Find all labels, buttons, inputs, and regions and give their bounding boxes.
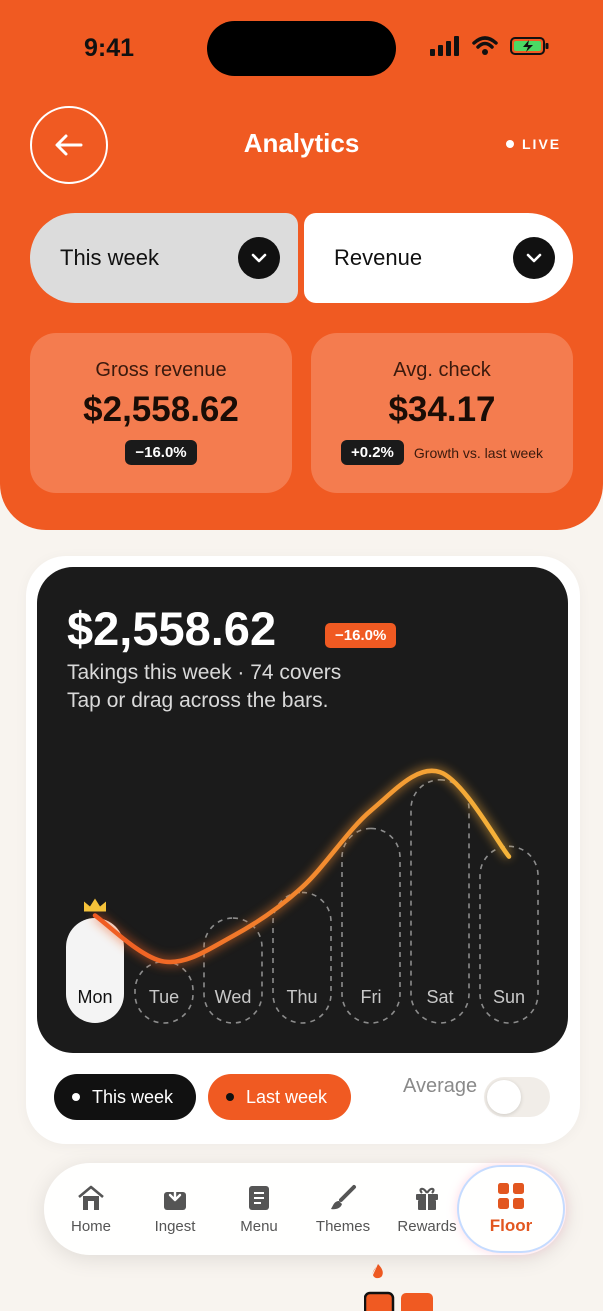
bar-label-tue: Tue: [149, 987, 179, 1007]
average-label: Average: [403, 1075, 478, 1097]
status-time: 9:41: [84, 34, 135, 62]
period-selector[interactable]: This week: [30, 213, 298, 303]
live-indicator: LIVE: [506, 136, 561, 152]
table-marker: [401, 1293, 433, 1311]
tab-rewards[interactable]: Rewards: [385, 1163, 469, 1255]
gross-revenue-card[interactable]: Gross revenue $2,558.62 −16.0%: [30, 333, 292, 493]
bar-label-mon: Mon: [77, 987, 112, 1007]
status-icons: [430, 36, 550, 56]
menu-icon: [249, 1185, 269, 1210]
peek-content: [364, 1264, 433, 1311]
legend-dot-icon: [226, 1093, 234, 1101]
tab-label: Menu: [240, 1217, 278, 1235]
dynamic-island: [207, 21, 396, 76]
tab-menu[interactable]: Menu: [217, 1163, 301, 1255]
last-week-line: [92, 768, 512, 965]
tab-label: Home: [70, 1217, 111, 1235]
card-label: Gross revenue: [95, 359, 227, 381]
card-value: $2,558.62: [83, 390, 239, 429]
chevron-down-icon: [238, 237, 280, 279]
battery-icon: [510, 37, 549, 55]
revenue-chart[interactable]: Mon Tue Wed Thu Fri Sat Sun: [37, 567, 568, 1053]
chart-card[interactable]: $2,558.62 −16.0% Takings this week · 74 …: [37, 567, 568, 1053]
this-week-toggle[interactable]: This week: [54, 1074, 196, 1120]
card-footer: −16.0%: [30, 440, 292, 465]
legend-dot-icon: [72, 1093, 80, 1101]
ingest-icon: [164, 1184, 186, 1210]
bar-label-fri: Fri: [361, 987, 382, 1007]
tab-label: Ingest: [154, 1217, 196, 1235]
avg-check-card[interactable]: Avg. check $34.17 +0.2% Growth vs. last …: [311, 333, 573, 493]
delta-badge: +0.2%: [340, 440, 404, 465]
bar-label-sun: Sun: [493, 987, 525, 1007]
header-panel: 9:41 Analytics LIVE This week Revenue Gr…: [0, 0, 603, 530]
wifi-icon: [472, 36, 498, 55]
card-label: Avg. check: [393, 359, 491, 381]
metric-selector-label: Revenue: [334, 245, 423, 270]
signal-icon: [430, 36, 459, 56]
brush-icon: [331, 1184, 356, 1209]
bar-label-sat: Sat: [426, 987, 453, 1007]
floor-grid-icon: [498, 1183, 524, 1209]
tab-floor[interactable]: Floor: [469, 1163, 553, 1255]
card-footer: +0.2% Growth vs. last week: [311, 440, 573, 465]
metric-selector[interactable]: Revenue: [304, 213, 573, 303]
bar-label-wed: Wed: [215, 987, 252, 1007]
live-label: LIVE: [522, 136, 562, 152]
home-icon: [78, 1185, 104, 1210]
tab-ingest[interactable]: Ingest: [133, 1163, 217, 1255]
crown-icon: [84, 898, 106, 912]
last-week-line-glow: [92, 766, 513, 966]
card-value: $34.17: [388, 390, 496, 429]
live-dot-icon: [506, 140, 514, 148]
tab-label: Rewards: [397, 1217, 457, 1235]
flame-icon: [372, 1264, 383, 1279]
tab-themes[interactable]: Themes: [301, 1163, 385, 1255]
this-week-label: This week: [92, 1086, 174, 1107]
bar-label-thu: Thu: [286, 987, 317, 1007]
tab-bar: Home Ingest Menu Themes Rewards Floor: [44, 1163, 566, 1255]
card-note: Growth vs. last week: [413, 444, 544, 461]
last-week-toggle[interactable]: Last week: [208, 1074, 351, 1120]
switch-knob: [487, 1080, 521, 1114]
gift-icon: [416, 1187, 438, 1210]
chevron-down-icon: [513, 237, 555, 279]
last-week-label: Last week: [246, 1086, 328, 1107]
average-switch[interactable]: [484, 1077, 550, 1117]
period-selector-label: This week: [60, 245, 160, 270]
tab-home[interactable]: Home: [49, 1163, 133, 1255]
delta-badge: −16.0%: [125, 440, 197, 465]
table-marker: [364, 1291, 395, 1311]
tab-label: Floor: [489, 1216, 533, 1235]
tab-label: Themes: [315, 1217, 371, 1235]
